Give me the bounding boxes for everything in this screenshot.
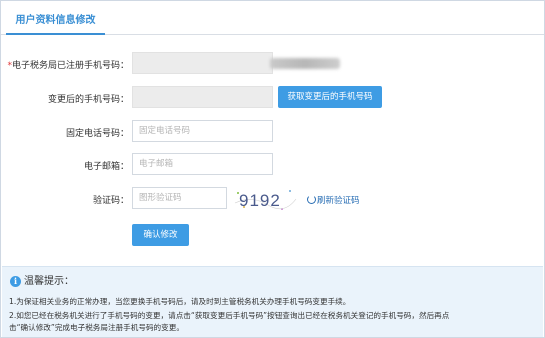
email-label: 电子邮箱： (83, 162, 129, 172)
refresh-captcha-link[interactable]: 刷新验证码 (307, 194, 360, 206)
notice-line-2: 2.如您已经在税务机关进行了手机号码的变更，请点击“获取变更后手机号码”按钮查询… (9, 311, 450, 320)
email-row: 电子邮箱： (1, 153, 545, 177)
active-tab-indicator (6, 33, 105, 35)
new-phone-row: 变更后的手机号码： 获取变更后的手机号码 (1, 86, 545, 110)
registered-phone-label-text: 电子税务局已注册手机号码： (11, 61, 129, 71)
notice-line-1: 1.为保证相关业务的正常办理，当您更换手机号码后，请及时到主管税务机关办理手机号… (9, 297, 351, 306)
captcha-image[interactable]: 9192 (232, 185, 298, 213)
get-new-phone-button[interactable]: 获取变更后的手机号码 (278, 86, 382, 108)
new-phone-label: 变更后的手机号码： (47, 95, 129, 105)
landline-input[interactable] (132, 120, 273, 142)
masked-phone-value (270, 58, 340, 69)
captcha-label: 验证码： (92, 196, 129, 206)
notice-title-text: 温馨提示： (24, 276, 74, 287)
refresh-icon (307, 195, 316, 204)
registered-phone-field (132, 52, 340, 74)
landline-row: 固定电话号码： (1, 120, 545, 144)
page-frame: 用户资料信息修改 *电子税务局已注册手机号码： 变更后的手机号码： 获取变更后的… (0, 0, 545, 338)
registered-phone-label: *电子税务局已注册手机号码： (1, 58, 129, 71)
new-phone-field (132, 86, 273, 108)
notice-panel: i 温馨提示： 1.为保证相关业务的正常办理，当您更换手机号码后，请及时到主管税务… (2, 266, 543, 337)
confirm-edit-button[interactable]: 确认修改 (132, 224, 189, 246)
captcha-input[interactable] (132, 187, 227, 209)
email-input[interactable] (132, 153, 273, 175)
registered-phone-row: *电子税务局已注册手机号码： (1, 52, 545, 76)
info-icon: i (10, 276, 21, 287)
notice-line-3: 击“确认修改”完成电子税务局注册手机号码的变更。 (9, 323, 184, 332)
notice-title: i 温馨提示： (10, 272, 74, 287)
captcha-text: 9192 (239, 191, 281, 210)
tab-bar: 用户资料信息修改 (1, 1, 544, 35)
refresh-captcha-label: 刷新验证码 (317, 196, 360, 206)
tab-user-info-edit[interactable]: 用户资料信息修改 (6, 1, 105, 35)
landline-label: 固定电话号码： (65, 129, 129, 139)
